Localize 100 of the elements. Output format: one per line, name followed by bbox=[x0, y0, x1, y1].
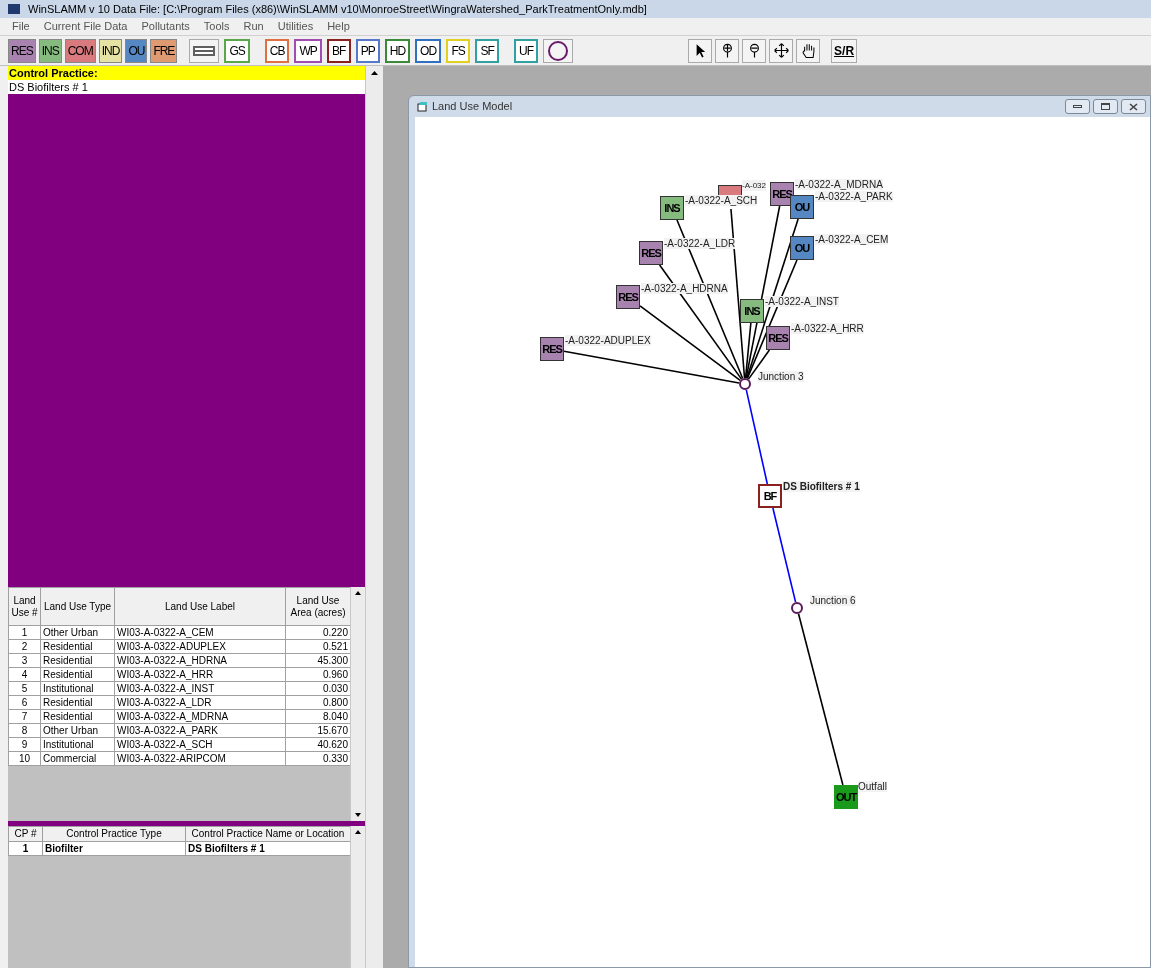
column-header: Land Use Area (acres) bbox=[285, 587, 351, 626]
table-cell: 4 bbox=[8, 667, 41, 682]
land-use-button[interactable]: OU bbox=[125, 38, 148, 63]
table-cell: Residential bbox=[40, 639, 115, 654]
table-cell: 8 bbox=[8, 723, 41, 738]
swap-button[interactable]: S/R bbox=[831, 38, 858, 63]
junction-node[interactable] bbox=[739, 378, 751, 390]
practice-button[interactable]: HD bbox=[384, 38, 411, 63]
table-cell: Residential bbox=[40, 709, 115, 724]
land-use-button[interactable]: INS bbox=[38, 38, 62, 63]
panel-scrollbar[interactable] bbox=[365, 66, 383, 968]
land-use-button[interactable]: COM bbox=[64, 38, 96, 63]
land-use-button[interactable]: IND bbox=[98, 38, 123, 63]
menu-item[interactable]: Tools bbox=[203, 18, 230, 35]
land-use-node[interactable]: RES bbox=[770, 182, 794, 206]
column-header: CP # bbox=[8, 826, 43, 842]
land-use-node[interactable]: OU bbox=[790, 236, 814, 260]
land-use-node[interactable]: RES bbox=[540, 337, 564, 361]
table-cell: 10 bbox=[8, 751, 41, 766]
table-cell: WI03-A-0322-ADUPLEX bbox=[114, 639, 286, 654]
table-cell: WI03-A-0322-A_INST bbox=[114, 681, 286, 696]
practice-button[interactable]: FS bbox=[446, 38, 471, 63]
menu-item[interactable]: Run bbox=[243, 18, 264, 35]
close-button[interactable] bbox=[1121, 99, 1146, 114]
node-label: -A-0322-A_MDRNA bbox=[795, 179, 883, 190]
practice-button[interactable]: UF bbox=[514, 38, 539, 63]
land-use-button[interactable]: FRE bbox=[150, 38, 178, 63]
table-cell: 2 bbox=[8, 639, 41, 654]
land-use-node[interactable] bbox=[718, 185, 742, 196]
window-title: Land Use Model bbox=[432, 99, 514, 115]
channel-button[interactable] bbox=[189, 38, 220, 63]
table-cell: Residential bbox=[40, 667, 115, 682]
practice-button[interactable]: OD bbox=[415, 38, 442, 63]
table-cell: Institutional bbox=[40, 737, 115, 752]
land-use-node[interactable]: RES bbox=[766, 326, 790, 350]
practice-button[interactable]: CB bbox=[264, 38, 290, 63]
table-cell: 7 bbox=[8, 709, 41, 724]
table-cell: WI03-A-0322-A_SCH bbox=[114, 737, 286, 752]
menu-item[interactable]: Utilities bbox=[277, 18, 314, 35]
node-label: -A-0322-A_HRR bbox=[791, 323, 864, 334]
table-cell: Residential bbox=[40, 653, 115, 668]
node-label: -A-0322-A_LDR bbox=[664, 238, 736, 249]
close-icon[interactable] bbox=[1129, 102, 1138, 111]
column-header: Land Use # bbox=[8, 587, 41, 626]
column-header: Land Use Type bbox=[40, 587, 115, 626]
menu-item[interactable]: Pollutants bbox=[141, 18, 190, 35]
land-use-node[interactable]: INS bbox=[660, 196, 684, 220]
land-use-node[interactable]: RES bbox=[616, 285, 640, 309]
node-label: Junction 6 bbox=[810, 595, 856, 606]
window-icon bbox=[417, 101, 428, 112]
practice-button[interactable]: PP bbox=[355, 38, 380, 63]
table-cell: 5 bbox=[8, 681, 41, 696]
table-cell: 6 bbox=[8, 695, 41, 710]
table-cell: WI03-A-0322-A_CEM bbox=[114, 625, 286, 640]
biofilter-node[interactable]: BF bbox=[758, 484, 782, 508]
table-cell: 1 bbox=[8, 841, 43, 856]
app-icon bbox=[8, 4, 20, 14]
table-cell: WI03-A-0322-A_PARK bbox=[114, 723, 286, 738]
table-scrollbar[interactable] bbox=[350, 587, 365, 821]
channel-icon[interactable] bbox=[193, 45, 216, 56]
practice-button[interactable]: BF bbox=[326, 38, 351, 63]
column-header: Control Practice Type bbox=[42, 826, 186, 842]
table-cell: 3 bbox=[8, 653, 41, 668]
restore-button[interactable] bbox=[1093, 99, 1118, 114]
node-label: -A-0322-A_CEM bbox=[815, 234, 889, 245]
node-label: DS Biofilters # 1 bbox=[783, 481, 860, 492]
node-label: Outfall bbox=[858, 781, 887, 792]
node-label: -A-0322-A_INST bbox=[765, 296, 839, 307]
table-cell: WI03-A-0322-A_MDRNA bbox=[114, 709, 286, 724]
table-cell: WI03-A-0322-A_HDRNA bbox=[114, 653, 286, 668]
node-label: -A-0322-A_PARK bbox=[815, 191, 893, 202]
junction-node[interactable] bbox=[791, 602, 803, 614]
land-use-node[interactable]: RES bbox=[639, 241, 663, 265]
menu-item[interactable]: Help bbox=[327, 18, 350, 35]
minimize-button[interactable] bbox=[1065, 99, 1090, 114]
practice-button[interactable]: SF bbox=[475, 38, 500, 63]
table-scrollbar[interactable] bbox=[350, 826, 365, 968]
control-practice-field[interactable]: DS Biofilters # 1 bbox=[8, 80, 365, 94]
table-cell: 9 bbox=[8, 737, 41, 752]
menu-item[interactable]: Current File Data bbox=[43, 18, 128, 35]
section-heading: Control Practice: bbox=[8, 66, 365, 80]
column-header: Land Use Label bbox=[114, 587, 286, 626]
land-use-node[interactable]: OU bbox=[790, 195, 814, 219]
node-label: -A-032 bbox=[742, 180, 766, 191]
practice-button[interactable]: GS bbox=[224, 38, 250, 63]
table-cell: Biofilter bbox=[42, 841, 186, 856]
menu-item[interactable]: File bbox=[12, 18, 30, 35]
window-title: WinSLAMM v 10 Data File: [C:\Program Files (x86)\WinSLAMM v10\MonroeStreet\WingraWatershed_ParkTreatmentOnly.mdb] bbox=[28, 1, 647, 17]
node-label: Junction 3 bbox=[758, 371, 804, 382]
table-cell: WI03-A-0322-A_HRR bbox=[114, 667, 286, 682]
table-cell: Residential bbox=[40, 695, 115, 710]
land-use-node[interactable]: INS bbox=[740, 299, 764, 323]
table-cell: DS Biofilters # 1 bbox=[185, 841, 351, 856]
outfall-node[interactable]: OUT bbox=[834, 785, 858, 809]
practice-button[interactable]: WP bbox=[294, 38, 322, 63]
column-header: Control Practice Name or Location bbox=[185, 826, 351, 842]
table-cell: Other Urban bbox=[40, 625, 115, 640]
land-use-button[interactable]: RES bbox=[8, 38, 36, 63]
table-cell: Other Urban bbox=[40, 723, 115, 738]
table-cell: 1 bbox=[8, 625, 41, 640]
